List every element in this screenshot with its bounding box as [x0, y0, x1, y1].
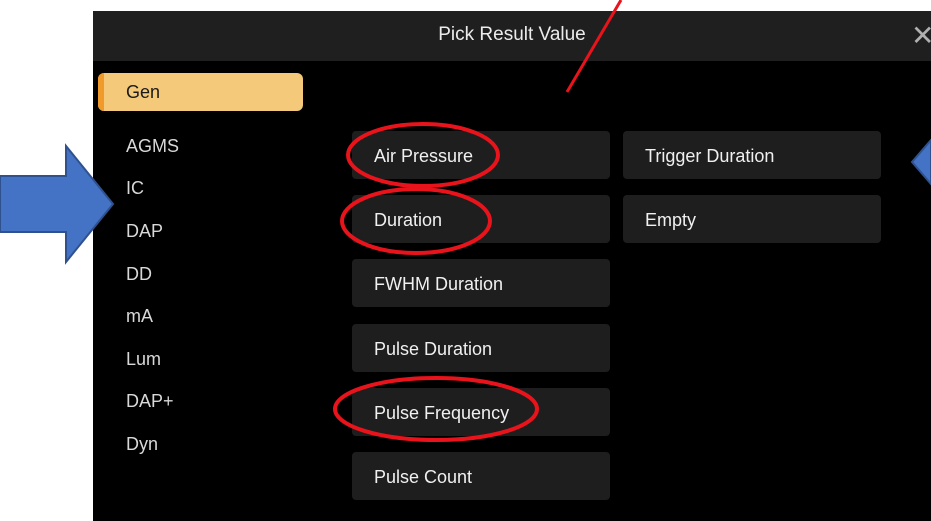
option-empty[interactable]: Empty [623, 195, 881, 243]
close-icon[interactable]: ✕ [911, 21, 931, 51]
tab-dap-plus[interactable]: DAP+ [98, 382, 303, 420]
tab-lum[interactable]: Lum [98, 340, 303, 378]
tab-dyn[interactable]: Dyn [98, 425, 303, 463]
option-trigger-duration[interactable]: Trigger Duration [623, 131, 881, 179]
option-duration[interactable]: Duration [352, 195, 610, 243]
pick-result-value-dialog: Pick Result Value ✕ Gen AGMS IC DAP DD m… [93, 11, 931, 521]
option-pulse-frequency[interactable]: Pulse Frequency [352, 388, 610, 436]
dialog-title: Pick Result Value [438, 24, 586, 45]
option-pulse-count[interactable]: Pulse Count [352, 452, 610, 500]
tab-gen[interactable]: Gen [98, 73, 303, 111]
dialog-titlebar: Pick Result Value ✕ [93, 11, 931, 61]
option-air-pressure[interactable]: Air Pressure [352, 131, 610, 179]
tab-dd[interactable]: DD [98, 255, 303, 293]
option-pulse-duration[interactable]: Pulse Duration [352, 324, 610, 372]
tab-agms[interactable]: AGMS [98, 127, 303, 165]
tab-ma[interactable]: mA [98, 297, 303, 335]
tab-dap[interactable]: DAP [98, 212, 303, 250]
tab-ic[interactable]: IC [98, 169, 303, 207]
option-fwhm-duration[interactable]: FWHM Duration [352, 259, 610, 307]
